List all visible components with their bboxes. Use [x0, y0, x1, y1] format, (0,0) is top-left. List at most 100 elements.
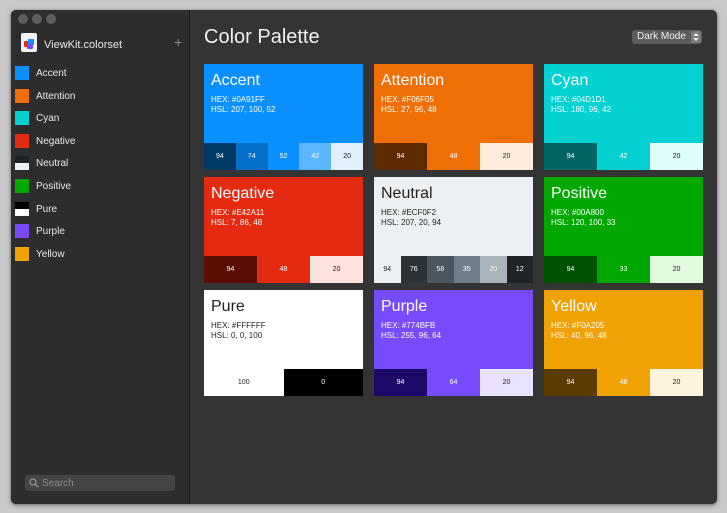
color-card-pure[interactable]: Pure HEX: #FFFFFF HSL: 0, 0, 100 100 0 [204, 290, 363, 396]
shade-swatch[interactable]: 20 [650, 143, 703, 170]
shade-swatch[interactable]: 94 [374, 369, 427, 396]
shade-value: 20 [332, 266, 341, 273]
color-swatch [15, 66, 29, 80]
shade-swatch[interactable]: 100 [204, 369, 284, 396]
shade-swatch[interactable]: 20 [650, 256, 703, 283]
shade-swatch[interactable]: 94 [544, 256, 597, 283]
color-swatch [15, 156, 29, 171]
hsl-value: HSL: 27, 96, 48 [381, 105, 437, 114]
sidebar: ViewKit.colorset + Accent Attention Cyan Ne… [11, 10, 190, 504]
hsl-value: HSL: 255, 96, 64 [381, 331, 442, 340]
shade-swatch[interactable]: 20 [650, 369, 703, 396]
shade-value: 94 [566, 379, 575, 386]
shade-value: 20 [672, 153, 681, 160]
chevron-updown-icon [691, 31, 701, 43]
appearance-mode-label: Dark Mode [637, 31, 686, 42]
color-card-positive[interactable]: Positive HEX: #00A800 HSL: 120, 100, 33 94 3… [544, 177, 703, 283]
hex-value: HEX: #774BFB [381, 321, 436, 330]
color-card-neutral[interactable]: Neutral HEX: #ECF0F2 HSL: 207, 20, 94 94 76 5… [374, 177, 533, 283]
sidebar-item-label: Positive [36, 180, 72, 192]
color-card-purple[interactable]: Purple HEX: #774BFB HSL: 255, 96, 64 94 64 20 [374, 290, 533, 396]
shade-value: 64 [449, 379, 458, 386]
color-swatch [15, 246, 29, 261]
hsl-value: HSL: 7, 86, 48 [211, 218, 263, 227]
shade-value: 74 [247, 153, 256, 160]
sidebar-item-cyan[interactable]: Cyan [11, 107, 189, 130]
shade-swatch[interactable]: 58 [427, 256, 454, 283]
shade-swatch[interactable]: 42 [299, 143, 332, 170]
shade-strip: 94 64 20 [374, 369, 533, 396]
close-window-button[interactable] [18, 14, 28, 24]
sidebar-item-yellow[interactable]: Yellow [11, 243, 189, 266]
shade-strip: 100 0 [204, 369, 363, 396]
shade-swatch[interactable]: 42 [597, 143, 650, 170]
sidebar-item-positive[interactable]: Positive [11, 175, 189, 198]
sidebar-item-attention[interactable]: Attention [11, 85, 189, 108]
shade-swatch[interactable]: 94 [374, 143, 427, 170]
shade-strip: 94 74 52 42 20 [204, 143, 363, 170]
shade-value: 94 [396, 153, 405, 160]
shade-swatch[interactable]: 74 [235, 143, 268, 170]
shade-swatch[interactable]: 76 [400, 256, 427, 283]
color-card-cyan[interactable]: Cyan HEX: #04D1D1 HSL: 180, 96, 42 94 42 20 [544, 64, 703, 170]
search-icon [29, 478, 39, 488]
page-title: Color Palette [204, 26, 320, 48]
shade-value: 42 [619, 153, 628, 160]
shade-value: 94 [566, 266, 575, 273]
sidebar-item-negative[interactable]: Negative [11, 130, 189, 153]
shade-swatch[interactable]: 94 [544, 143, 597, 170]
shade-value: 48 [449, 153, 458, 160]
shade-value: 20 [502, 153, 511, 160]
shade-swatch[interactable]: 20 [480, 369, 533, 396]
shade-value: 20 [343, 153, 351, 160]
shade-swatch[interactable]: 48 [597, 369, 650, 396]
sidebar-item-pure[interactable]: Pure [11, 198, 189, 221]
shade-swatch[interactable]: 94 [544, 369, 597, 396]
search-input[interactable] [42, 475, 170, 491]
shade-swatch[interactable]: 0 [283, 369, 363, 396]
shade-swatch[interactable]: 94 [374, 256, 401, 283]
search-box[interactable] [25, 475, 175, 491]
colorset-name: ViewKit.colorset [44, 39, 123, 51]
shade-value: 94 [383, 266, 392, 273]
shade-swatch[interactable]: 20 [480, 143, 533, 170]
sidebar-item-label: Purple [36, 226, 65, 238]
shade-swatch[interactable]: 35 [453, 256, 480, 283]
sidebar-item-accent[interactable]: Accent [11, 62, 189, 85]
shade-swatch[interactable]: 64 [427, 369, 480, 396]
shade-swatch[interactable]: 20 [310, 256, 363, 283]
shade-swatch[interactable]: 20 [331, 143, 363, 170]
shade-value: 48 [619, 379, 628, 386]
shade-swatch[interactable]: 12 [506, 256, 533, 283]
appearance-mode-select[interactable]: Dark Mode [632, 30, 702, 44]
hex-value: HEX: #04D1D1 [551, 95, 606, 104]
shade-swatch[interactable]: 94 [204, 256, 257, 283]
hsl-value: HSL: 207, 20, 94 [381, 218, 442, 227]
sidebar-item-label: Pure [36, 203, 58, 215]
add-color-button[interactable]: + [174, 35, 182, 49]
shade-swatch[interactable]: 48 [427, 143, 480, 170]
shade-value: 48 [279, 266, 288, 273]
hex-value: HEX: #00A800 [551, 208, 604, 217]
shade-value: 20 [672, 379, 681, 386]
color-card-yellow[interactable]: Yellow HEX: #F0A205 HSL: 40, 96, 48 94 48 20 [544, 290, 703, 396]
color-name: Positive [551, 185, 608, 202]
sidebar-item-purple[interactable]: Purple [11, 220, 189, 243]
shade-swatch[interactable]: 48 [257, 256, 310, 283]
shade-swatch[interactable]: 94 [204, 143, 236, 170]
hex-value: HEX: #ECF0F2 [381, 208, 437, 217]
color-card-negative[interactable]: Negative HEX: #E42A11 HSL: 7, 86, 48 94 48 20 [204, 177, 363, 283]
hex-value: HEX: #0A91FF [211, 95, 265, 104]
shade-strip: 94 48 20 [544, 369, 703, 396]
minimize-window-button[interactable] [32, 14, 42, 24]
shade-swatch[interactable]: 52 [267, 143, 300, 170]
zoom-window-button[interactable] [46, 14, 56, 24]
shade-swatch[interactable]: 33 [597, 256, 650, 283]
color-card-attention[interactable]: Attention HEX: #F06F05 HSL: 27, 96, 48 94 48… [374, 64, 533, 170]
color-card-accent[interactable]: Accent HEX: #0A91FF HSL: 207, 100, 52 94 74 5… [204, 64, 363, 170]
hsl-value: HSL: 207, 100, 52 [211, 105, 276, 114]
shade-swatch[interactable]: 20 [480, 256, 507, 283]
color-name: Neutral [381, 185, 433, 202]
color-swatch [15, 178, 29, 193]
sidebar-item-neutral[interactable]: Neutral [11, 152, 189, 175]
